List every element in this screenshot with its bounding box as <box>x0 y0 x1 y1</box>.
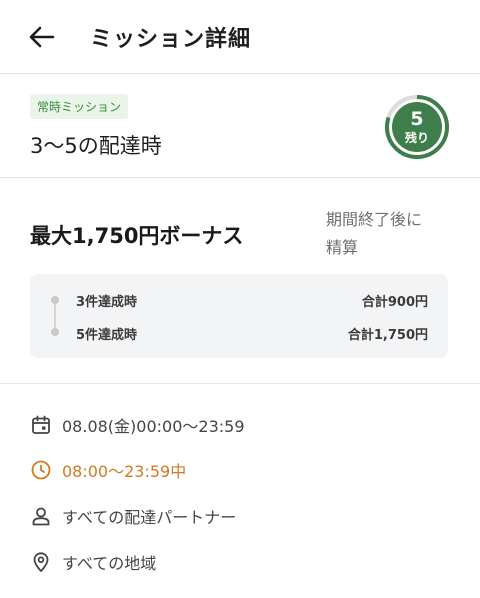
bonus-tier-list: 3件達成時 合計900円 5件達成時 合計1,750円 <box>30 274 448 358</box>
arrow-left-icon <box>29 26 55 47</box>
info-date-row: 08.08(金)00:00〜23:59 <box>30 413 245 437</box>
location-pin-icon <box>33 552 49 572</box>
mission-time: 08:00〜23:59中 <box>62 462 187 481</box>
info-target-row: すべての配達パートナー <box>30 504 236 528</box>
bonus-section: 最大1,750円ボーナス 期間終了後に 精算 3件達成時 合計900円 5件達成… <box>0 178 480 384</box>
mission-type-tag: 常時ミッション <box>30 94 129 119</box>
remaining-count: 5 <box>410 108 423 130</box>
info-area-row: すべての地域 <box>30 550 156 574</box>
tier-dot <box>51 296 59 304</box>
info-time-row: 08:00〜23:59中 <box>30 458 186 482</box>
clock-icon <box>31 460 51 480</box>
remaining-label: 残り <box>405 130 429 145</box>
tier-amount: 合計900円 <box>361 295 428 310</box>
back-button[interactable] <box>12 0 72 74</box>
header-bar: ミッション詳細 <box>0 0 480 74</box>
mission-target: すべての配達パートナー <box>62 508 237 527</box>
bonus-title: 最大1,750円ボーナス <box>30 224 244 248</box>
tier-amount: 合計1,750円 <box>347 328 428 343</box>
mission-detail-page: ミッション詳細 常時ミッション 3〜5の配達時 5 残り 最大1,750円ボーナ… <box>0 0 480 598</box>
settle-note-line1: 期間終了後に <box>326 210 423 229</box>
person-icon <box>32 507 50 526</box>
mission-area: すべての地域 <box>62 554 157 573</box>
remaining-badge: 5 残り <box>385 95 449 159</box>
tier-dot <box>51 328 59 336</box>
calendar-icon <box>32 415 50 434</box>
page-title: ミッション詳細 <box>90 26 252 52</box>
mission-name: 3〜5の配達時 <box>30 134 162 158</box>
mission-date: 08.08(金)00:00〜23:59 <box>62 417 245 436</box>
settle-note: 期間終了後に 精算 <box>326 206 456 262</box>
settle-note-line2: 精算 <box>326 238 359 257</box>
tier-label: 5件達成時 <box>76 328 138 343</box>
tier-label: 3件達成時 <box>76 295 138 310</box>
